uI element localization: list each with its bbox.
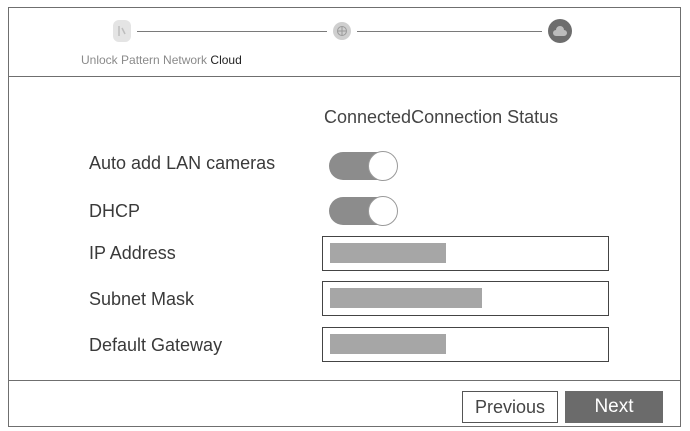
connection-status-label: Connection Status bbox=[411, 107, 559, 127]
redacted-value bbox=[330, 334, 446, 354]
toggle-knob bbox=[368, 151, 398, 181]
connection-status: ConnectedConnection Status bbox=[324, 107, 558, 128]
step-connector bbox=[357, 31, 542, 32]
ip-address-field[interactable] bbox=[322, 236, 609, 271]
dhcp-label: DHCP bbox=[89, 201, 141, 221]
dhcp-toggle[interactable] bbox=[329, 196, 398, 226]
auto-add-label: Auto add LAN cameras bbox=[89, 153, 276, 173]
default-gateway-field[interactable] bbox=[322, 327, 609, 362]
ip-address-label: IP Address bbox=[89, 243, 176, 263]
redacted-value bbox=[330, 243, 446, 263]
footer-divider bbox=[9, 380, 680, 381]
step-label-network: Network bbox=[163, 53, 208, 67]
connection-status-value: Connected bbox=[324, 107, 412, 127]
setup-wizard-window: Unlock Pattern Network Cloud ConnectedCo… bbox=[8, 7, 681, 427]
redacted-value bbox=[330, 288, 482, 308]
previous-button[interactable]: Previous bbox=[462, 391, 558, 423]
wizard-progress: Unlock Pattern Network Cloud bbox=[9, 8, 680, 77]
next-button[interactable]: Next bbox=[565, 391, 663, 423]
toggle-knob bbox=[368, 196, 398, 226]
auto-add-toggle[interactable] bbox=[329, 151, 398, 181]
cloud-icon bbox=[548, 19, 572, 43]
wizard-step-labels: Unlock Pattern Network Cloud bbox=[81, 53, 242, 67]
network-globe-icon bbox=[333, 22, 351, 40]
subnet-mask-label: Subnet Mask bbox=[89, 289, 195, 309]
subnet-mask-field[interactable] bbox=[322, 281, 609, 316]
default-gateway-label: Default Gateway bbox=[89, 335, 223, 355]
step-connector bbox=[137, 31, 327, 32]
unlock-pattern-icon bbox=[113, 20, 131, 42]
step-label-unlock-pattern: Unlock Pattern bbox=[81, 53, 160, 67]
step-label-cloud: Cloud bbox=[210, 53, 242, 67]
